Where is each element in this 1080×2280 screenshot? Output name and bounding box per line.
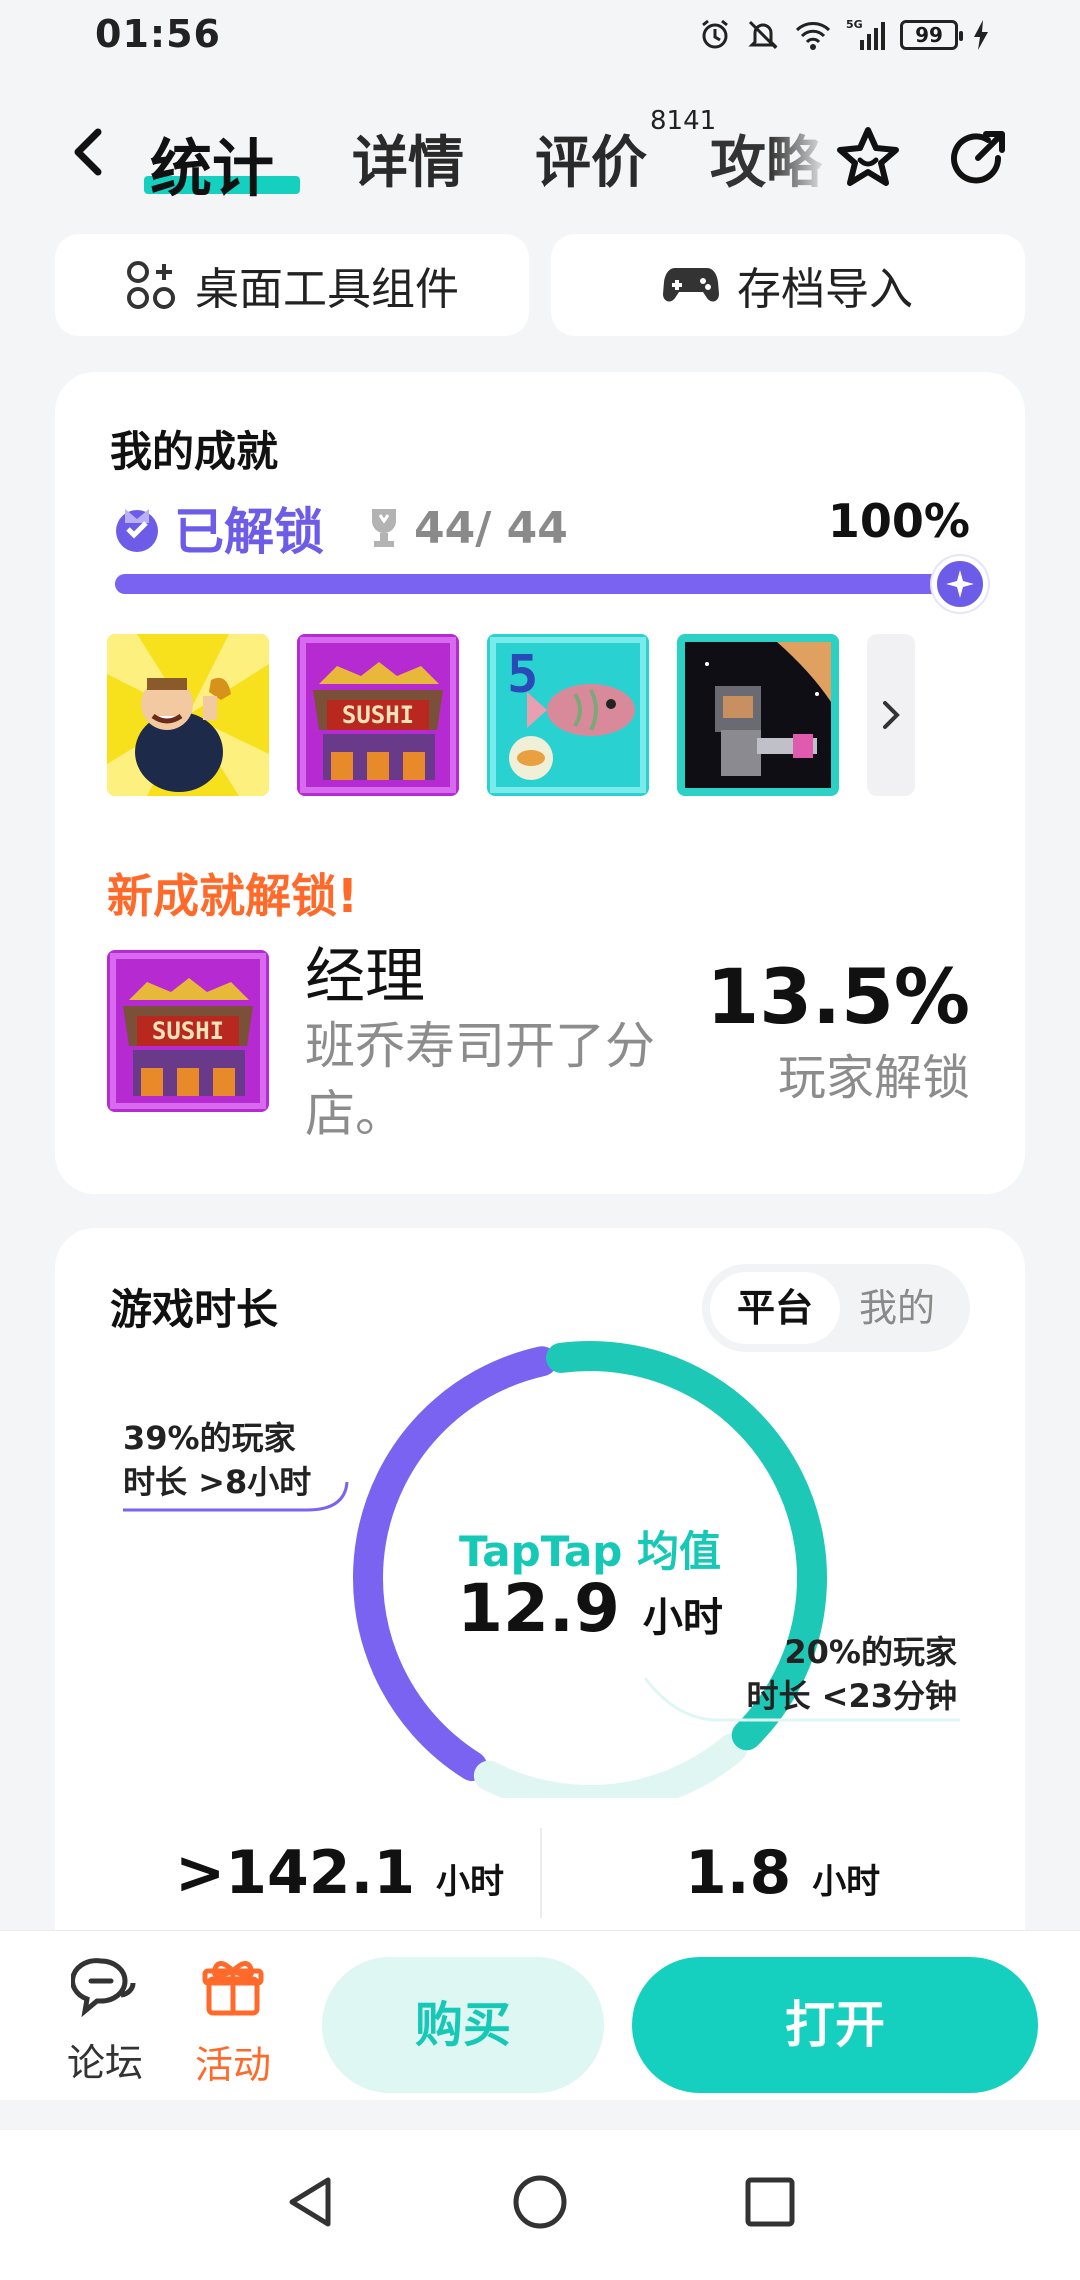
gamepad-icon bbox=[663, 268, 719, 302]
battery-indicator: 99 bbox=[900, 20, 963, 50]
new-achievement-percent-label: 玩家解锁 bbox=[777, 1050, 970, 1106]
share-icon[interactable] bbox=[942, 122, 1014, 194]
svg-text:SUSHI: SUSHI bbox=[152, 1017, 224, 1045]
widget-label: 桌面工具组件 bbox=[195, 264, 459, 315]
nav-recents-icon[interactable] bbox=[742, 2174, 798, 2230]
chevron-right-icon bbox=[883, 701, 900, 729]
annotation-right: 20%的玩家 时长 <23分钟 bbox=[746, 1633, 958, 1715]
status-bar: 01:56 5G 99 bbox=[0, 0, 1080, 80]
nav-home-icon[interactable] bbox=[510, 2172, 570, 2232]
tab-reviews[interactable]: 评价 bbox=[535, 118, 647, 199]
toggle-platform[interactable]: 平台 bbox=[710, 1272, 840, 1344]
progress-star-knob bbox=[932, 556, 988, 612]
review-count-badge: 8141 bbox=[650, 106, 717, 136]
achievement-badges-row: SUSHI 5 bbox=[107, 634, 915, 796]
playtime-donut-chart: 39%的玩家 时长 >8小时 20%的玩家 时长 <23分钟 TapTap 均值… bbox=[55, 1338, 1025, 1815]
unlocked-label: 已解锁 bbox=[174, 503, 324, 561]
achievements-title: 我的成就 bbox=[110, 427, 279, 476]
trophy-icon bbox=[372, 509, 396, 547]
mute-icon bbox=[748, 20, 778, 50]
playtime-title: 游戏时长 bbox=[110, 1285, 279, 1334]
header: 统计 详情 评价 8141 攻略 bbox=[0, 100, 1080, 220]
achievement-badge-space[interactable] bbox=[677, 634, 839, 796]
new-unlock-label: 新成就解锁! bbox=[107, 869, 358, 923]
donut-segment-2 bbox=[473, 1733, 748, 1815]
charging-icon bbox=[974, 20, 988, 50]
bottom-action-bar: 论坛 活动 购买 打开 bbox=[0, 1930, 1080, 2100]
donut-center-value: 12.9 小时 bbox=[457, 1570, 723, 1647]
wifi-icon bbox=[795, 22, 831, 50]
achievement-badge-sushi[interactable]: SUSHI bbox=[297, 634, 459, 796]
annotation-left: 39%的玩家 时长 >8小时 bbox=[123, 1419, 312, 1501]
svg-text:5G: 5G bbox=[846, 18, 863, 31]
playtime-card: 游戏时长 平台 我的 39%的玩家 时长 >8小时 20%的玩家 时长 <23分… bbox=[55, 1228, 1025, 1988]
achievement-progress-bar bbox=[115, 556, 988, 612]
tab-guides[interactable]: 攻略 bbox=[710, 118, 830, 198]
new-achievement-icon[interactable]: SUSHI bbox=[107, 950, 269, 1112]
buy-button[interactable]: 购买 bbox=[322, 1957, 604, 2093]
achievements-card: 我的成就 已解锁 44/ 44 100% SUSHI 5 新成就解锁! SUSH… bbox=[55, 372, 1025, 1194]
save-import-label: 存档导入 bbox=[737, 264, 913, 315]
new-achievement-description: 班乔寿司开了分店。 bbox=[305, 1017, 655, 1143]
widget-grid-icon bbox=[127, 261, 175, 309]
achievements-more-button[interactable] bbox=[867, 634, 915, 796]
stat-min-playtime: 1.8 小时 bbox=[685, 1838, 881, 1908]
achievement-percent: 100% bbox=[827, 494, 970, 548]
status-icons: 5G 99 bbox=[698, 18, 990, 52]
achievement-badge-fish[interactable]: 5 bbox=[487, 634, 649, 796]
unlocked-badge-icon bbox=[116, 509, 158, 552]
stat-divider bbox=[540, 1828, 542, 1918]
favorite-star-icon[interactable] bbox=[832, 122, 904, 194]
nav-back-icon[interactable] bbox=[282, 2172, 338, 2232]
tab-details[interactable]: 详情 bbox=[352, 118, 464, 199]
signal-icon: 5G bbox=[846, 18, 885, 50]
system-nav-bar bbox=[0, 2130, 1080, 2280]
alarm-icon bbox=[702, 19, 728, 49]
tab-stats[interactable]: 统计 bbox=[150, 118, 274, 208]
forum-icon bbox=[70, 1958, 136, 2018]
stat-max-playtime: >142.1 小时 bbox=[175, 1838, 504, 1908]
achievement-badge-chef[interactable] bbox=[107, 634, 269, 796]
back-button[interactable] bbox=[60, 122, 120, 182]
activity-button[interactable]: 活动 bbox=[178, 1955, 288, 2089]
svg-text:5: 5 bbox=[507, 645, 538, 705]
toggle-mine[interactable]: 我的 bbox=[832, 1272, 962, 1344]
new-achievement-percent: 13.5% bbox=[706, 952, 970, 1041]
save-import-button[interactable]: 存档导入 bbox=[551, 234, 1025, 336]
new-achievement-name: 经理 bbox=[305, 942, 425, 1012]
gift-icon bbox=[202, 1961, 264, 2016]
widget-button[interactable]: 桌面工具组件 bbox=[55, 234, 529, 336]
unlock-row: 已解锁 44/ 44 bbox=[110, 492, 568, 564]
achievement-progress-fill bbox=[115, 574, 960, 594]
open-button[interactable]: 打开 bbox=[632, 1957, 1038, 2093]
svg-text:SUSHI: SUSHI bbox=[342, 701, 414, 729]
achievement-count: 44/ 44 bbox=[414, 502, 568, 554]
forum-button[interactable]: 论坛 bbox=[50, 1955, 160, 2087]
status-time: 01:56 bbox=[95, 12, 221, 56]
